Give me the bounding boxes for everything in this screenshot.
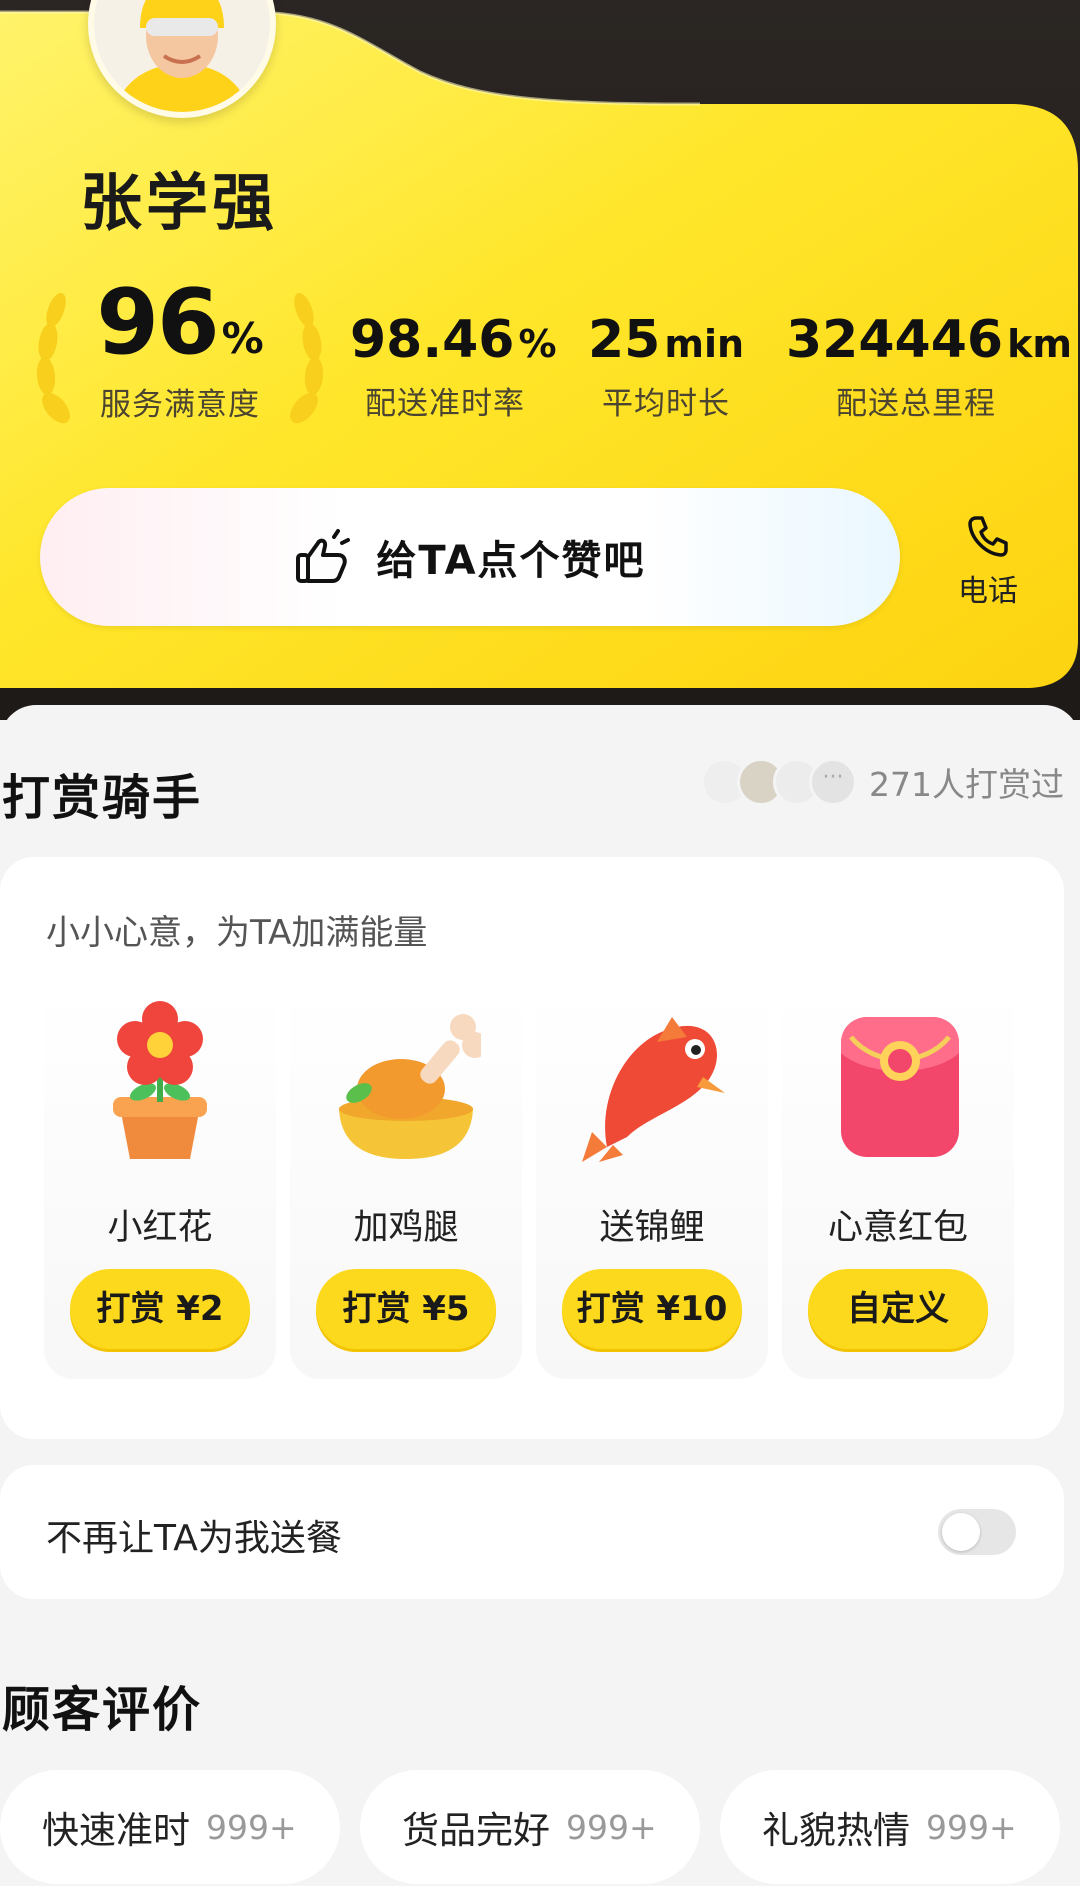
stat-value: 324446 bbox=[786, 310, 1004, 370]
koi-fish-icon bbox=[582, 1017, 725, 1162]
review-tag-count: 999+ bbox=[566, 1807, 657, 1847]
chicken-leg-icon bbox=[339, 1014, 481, 1159]
block-rider-toggle[interactable] bbox=[938, 1509, 1016, 1555]
stat-satisfaction: 96% 服务满意度 bbox=[90, 270, 270, 424]
tip-rider-card: 小小心意，为TA加满能量 小红花 打赏 ¥2 加鸡腿 打赏 ¥5 送锦鲤 打赏 … bbox=[0, 857, 1064, 1439]
tip-5-button[interactable]: 打赏 ¥5 bbox=[316, 1269, 496, 1349]
gift-chicken-leg[interactable]: 加鸡腿 打赏 ¥5 bbox=[290, 987, 522, 1379]
stat-label: 配送准时率 bbox=[365, 386, 525, 422]
review-tags: 快速准时 999+ 货品完好 999+ 礼貌热情 999+ bbox=[0, 1770, 1080, 1886]
thumbs-up-icon bbox=[296, 529, 351, 583]
tip-subtitle: 小小心意，为TA加满能量 bbox=[46, 913, 428, 953]
toggle-knob bbox=[942, 1513, 980, 1551]
tipper-avatars: ··· bbox=[701, 758, 857, 806]
stat-label: 配送总里程 bbox=[836, 386, 996, 422]
stat-average-duration: 25 min 平均时长 bbox=[588, 310, 744, 423]
review-tag-label: 货品完好 bbox=[402, 1809, 550, 1852]
tipper-count: 271人打赏过 bbox=[869, 765, 1064, 804]
stat-on-time-rate: 98.46% 配送准时率 bbox=[350, 310, 557, 423]
laurel-right-icon bbox=[290, 292, 324, 424]
review-tag-count: 999+ bbox=[926, 1807, 1017, 1847]
stat-unit: min bbox=[664, 322, 745, 366]
gift-red-envelope[interactable]: 心意红包 自定义 bbox=[782, 987, 1014, 1379]
tip-custom-button[interactable]: 自定义 bbox=[808, 1269, 988, 1349]
stat-unit: % bbox=[518, 322, 557, 366]
phone-button-label: 电话 bbox=[958, 574, 1018, 609]
tip-section-title: 打赏骑手 bbox=[2, 770, 203, 826]
review-tag[interactable]: 礼貌热情 999+ bbox=[720, 1770, 1060, 1884]
like-button-label: 给TA点个赞吧 bbox=[376, 538, 646, 584]
gift-name: 心意红包 bbox=[827, 1208, 968, 1248]
like-rider-button[interactable]: 给TA点个赞吧 bbox=[40, 488, 900, 626]
gift-name: 送锦鲤 bbox=[599, 1208, 705, 1248]
block-rider-label: 不再让TA为我送餐 bbox=[46, 1518, 342, 1559]
review-tag[interactable]: 货品完好 999+ bbox=[360, 1770, 700, 1884]
red-envelope-icon bbox=[841, 1017, 959, 1157]
reviews-section-title: 顾客评价 bbox=[2, 1682, 203, 1738]
stat-unit: km bbox=[1007, 322, 1072, 366]
gift-name: 小红花 bbox=[107, 1208, 213, 1248]
phone-icon bbox=[968, 516, 1008, 557]
laurel-left-icon bbox=[36, 292, 70, 424]
review-tag[interactable]: 快速准时 999+ bbox=[0, 1770, 340, 1884]
gift-flower[interactable]: 小红花 打赏 ¥2 bbox=[44, 987, 276, 1379]
review-tag-label: 快速准时 bbox=[42, 1809, 190, 1852]
more-icon: ··· bbox=[809, 758, 857, 806]
flower-icon bbox=[113, 1001, 207, 1159]
stat-value: 25 bbox=[588, 310, 661, 370]
stat-value: 96 bbox=[96, 270, 219, 375]
tip-2-button[interactable]: 打赏 ¥2 bbox=[70, 1269, 250, 1349]
block-rider-row: 不再让TA为我送餐 bbox=[0, 1465, 1064, 1599]
gift-koi[interactable]: 送锦鲤 打赏 ¥10 bbox=[536, 987, 768, 1379]
call-rider-button[interactable]: 电话 bbox=[940, 512, 1036, 610]
gift-name: 加鸡腿 bbox=[353, 1208, 459, 1248]
tip-10-button[interactable]: 打赏 ¥10 bbox=[562, 1269, 742, 1349]
stat-unit: % bbox=[221, 314, 264, 363]
review-tag-count: 999+ bbox=[206, 1807, 297, 1847]
stat-total-distance: 324446 km 配送总里程 bbox=[786, 310, 1072, 423]
review-tag-label: 礼貌热情 bbox=[762, 1809, 910, 1852]
stat-label: 平均时长 bbox=[602, 386, 730, 422]
stat-value: 98.46 bbox=[350, 310, 515, 370]
rider-name: 张学强 bbox=[80, 166, 279, 239]
tipper-summary[interactable]: ··· 271人打赏过 bbox=[701, 758, 1064, 806]
stat-label: 服务满意度 bbox=[100, 387, 260, 423]
